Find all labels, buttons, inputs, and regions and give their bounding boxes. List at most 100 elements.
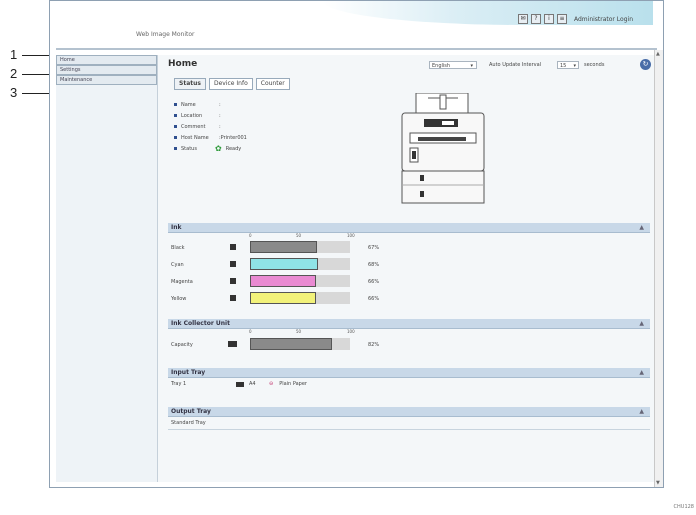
ink-cartridge-icon xyxy=(230,278,236,284)
section-title: Ink Collector Unit xyxy=(171,320,230,327)
ink-level-bar xyxy=(250,258,350,270)
callout-number: 3 xyxy=(10,85,18,100)
tray-name: Standard Tray xyxy=(171,420,206,426)
output-tray-section: Output Tray ▲ Standard Tray xyxy=(168,407,650,430)
refresh-icon[interactable]: ↻ xyxy=(640,59,651,70)
sidebar-item-home[interactable]: Home xyxy=(56,55,157,65)
tray-name: Tray 1 xyxy=(171,381,187,387)
property-value: : xyxy=(219,123,221,130)
help-icon[interactable]: ? xyxy=(531,14,541,24)
collector-icon xyxy=(228,341,237,347)
bookmark-icon[interactable]: ≡ xyxy=(557,14,567,24)
collector-row: Capacity 82% xyxy=(168,336,650,353)
ink-section-header[interactable]: Ink ▲ xyxy=(168,223,650,233)
sidebar-item-settings[interactable]: Settings xyxy=(56,65,157,75)
ink-label: Magenta xyxy=(171,279,193,285)
tab-counter[interactable]: Counter xyxy=(255,78,290,90)
ink-cartridge-icon xyxy=(230,244,236,250)
tab-device-info[interactable]: Device Info xyxy=(208,78,253,90)
sidebar-item-maintenance[interactable]: Maintenance xyxy=(56,75,157,85)
property-value: :Printer001 xyxy=(219,134,247,141)
collector-level-value: 82% xyxy=(368,342,380,348)
collector-rows: Capacity 82% xyxy=(168,336,650,353)
info-icon[interactable]: i xyxy=(544,14,554,24)
ink-level-value: 68% xyxy=(368,262,380,268)
property-label: Location xyxy=(181,112,203,119)
chevron-down-icon: ▾ xyxy=(573,63,576,69)
interval-select[interactable]: 15 ▾ xyxy=(557,61,579,69)
property-row: Location : xyxy=(174,110,247,121)
ink-level-value: 66% xyxy=(368,279,380,285)
scale-label: 50 xyxy=(296,233,302,238)
ink-level-fill xyxy=(250,258,318,270)
paper-size: A4 xyxy=(249,381,256,387)
page-title: Home xyxy=(168,59,198,69)
collapse-icon[interactable]: ▲ xyxy=(639,368,644,377)
interval-value: 15 xyxy=(560,63,567,69)
property-row: Status ✿ Ready xyxy=(174,143,247,154)
tray-row: Standard Tray xyxy=(168,417,650,429)
language-select[interactable]: English ▾ xyxy=(429,61,477,69)
scroll-up-icon[interactable]: ▲ xyxy=(656,51,660,57)
scale-label: 100 xyxy=(347,329,355,334)
seconds-label: seconds xyxy=(584,62,605,68)
ink-section-body: 0 50 100 Black 67% Cyan 68% Magenta 66% … xyxy=(168,233,650,309)
header: Web Image Monitor ✉ ? i ≡ Administrator … xyxy=(50,1,663,49)
ink-row: Yellow 66% xyxy=(168,290,650,307)
property-row: Comment : xyxy=(174,121,247,132)
device-properties: Name : Location : Comment : Host Name :P… xyxy=(174,99,247,154)
property-label: Name xyxy=(181,101,196,108)
ink-label: Cyan xyxy=(171,262,184,268)
ink-level-value: 66% xyxy=(368,296,380,302)
bullet-icon xyxy=(174,136,177,139)
ink-level-fill xyxy=(250,292,316,304)
paper-type: Plain Paper xyxy=(279,381,307,387)
property-label: Host Name xyxy=(181,134,209,141)
scale-label: 100 xyxy=(347,233,355,238)
paper-size-icon xyxy=(236,381,244,387)
scroll-down-icon[interactable]: ▼ xyxy=(656,480,660,486)
ink-collector-header[interactable]: Ink Collector Unit ▲ xyxy=(168,319,650,329)
collapse-icon[interactable]: ▲ xyxy=(639,319,644,328)
paper-type-icon: ⊖ xyxy=(269,381,274,387)
property-value: : xyxy=(219,101,221,108)
ink-collector-body: 0 50 100 Capacity 82% xyxy=(168,329,650,359)
admin-login-link[interactable]: Administrator Login xyxy=(574,16,633,23)
header-icons: ✉ ? i ≡ Administrator Login xyxy=(518,14,633,24)
main-content: Home English ▾ Auto Update Interval 15 ▾… xyxy=(158,55,657,482)
collector-label: Capacity xyxy=(171,342,193,348)
ink-level-bar xyxy=(250,275,350,287)
scale-label: 0 xyxy=(249,329,252,334)
property-row: Host Name :Printer001 xyxy=(174,132,247,143)
tab-status[interactable]: Status xyxy=(174,78,206,90)
property-value: Ready xyxy=(225,145,242,152)
browser-window: Web Image Monitor ✉ ? i ≡ Administrator … xyxy=(49,0,664,488)
input-tray-header[interactable]: Input Tray ▲ xyxy=(168,368,650,378)
collapse-icon[interactable]: ▲ xyxy=(639,407,644,416)
property-value: : xyxy=(219,112,221,119)
vertical-scrollbar[interactable]: ▲ ▼ xyxy=(654,50,663,487)
ink-level-fill xyxy=(250,241,317,253)
tab-bar: Status Device Info Counter xyxy=(174,78,290,90)
ink-cartridge-icon xyxy=(230,261,236,267)
output-tray-body: Standard Tray xyxy=(168,417,650,430)
sidebar: Home Settings Maintenance xyxy=(56,55,158,482)
property-row: Name : xyxy=(174,99,247,110)
collapse-icon[interactable]: ▲ xyxy=(639,223,644,232)
bullet-icon xyxy=(174,114,177,117)
ink-label: Black xyxy=(171,245,185,251)
collector-level-fill xyxy=(250,338,332,350)
ink-row: Black 67% xyxy=(168,239,650,256)
mail-icon[interactable]: ✉ xyxy=(518,14,528,24)
ink-level-bar xyxy=(250,241,350,253)
bullet-icon xyxy=(174,103,177,106)
ink-level-bar xyxy=(250,292,350,304)
callout-number: 2 xyxy=(10,66,18,81)
language-value: English xyxy=(432,63,451,69)
header-divider xyxy=(56,48,657,50)
input-tray-section: Input Tray ▲ Tray 1 A4 ⊖ Plain Paper xyxy=(168,368,650,390)
chevron-down-icon: ▾ xyxy=(470,63,473,69)
auto-update-label: Auto Update Interval xyxy=(489,62,542,68)
ink-row: Cyan 68% xyxy=(168,256,650,273)
output-tray-header[interactable]: Output Tray ▲ xyxy=(168,407,650,417)
